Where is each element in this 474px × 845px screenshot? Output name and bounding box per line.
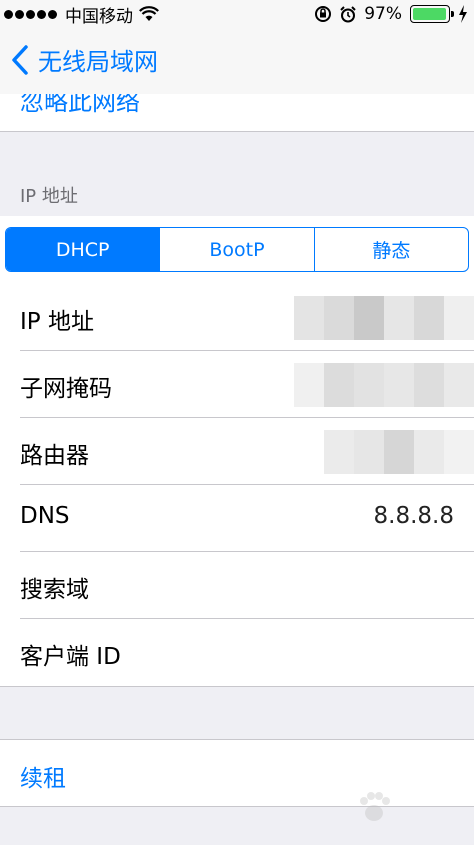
redacted-value (294, 363, 474, 407)
client-id-row[interactable]: 客户端 ID (0, 619, 474, 686)
segment-dhcp[interactable]: DHCP (6, 228, 161, 271)
row-label: 子网掩码 (20, 376, 112, 402)
subnet-mask-row: 子网掩码 (0, 351, 474, 418)
segment-static[interactable]: 静态 (315, 228, 468, 271)
status-right: 97% (314, 3, 468, 25)
dns-row[interactable]: DNS 8.8.8.8 (0, 485, 474, 552)
row-label: IP 地址 (20, 309, 94, 335)
ip-detail-list: IP 地址 子网掩码 路由器 DNS 8.8.8.8 搜索域 客户端 ID (0, 284, 474, 687)
rotation-lock-icon (315, 6, 332, 22)
battery-icon (410, 5, 454, 23)
ip-mode-segmented-control: DHCP BootP 静态 (5, 227, 469, 272)
nav-bar: 无线局域网 (0, 28, 474, 94)
ip-section-header: IP 地址 (20, 186, 78, 207)
wifi-icon (139, 6, 159, 21)
dns-value: 8.8.8.8 (373, 503, 454, 529)
back-label: 无线局域网 (38, 48, 158, 76)
row-label: 客户端 ID (20, 644, 121, 670)
renew-lease-label: 续租 (20, 766, 66, 792)
chevron-left-icon (12, 44, 28, 75)
redacted-value (294, 296, 474, 340)
status-bar: 中国移动 97% (0, 0, 474, 28)
row-label: DNS (20, 503, 70, 529)
row-label: 路由器 (20, 443, 89, 469)
forget-network-label: 忽略此网络 (20, 94, 140, 116)
battery-fill (413, 8, 446, 20)
forget-network-cell[interactable]: 忽略此网络 (0, 94, 474, 132)
row-label: 搜索域 (20, 577, 89, 603)
router-row: 路由器 (0, 418, 474, 485)
back-button[interactable]: 无线局域网 (8, 42, 158, 77)
paw-watermark-icon (360, 792, 390, 821)
signal-dots-icon (4, 9, 57, 19)
battery-percent: 97% (364, 4, 402, 24)
search-domain-row[interactable]: 搜索域 (0, 552, 474, 619)
carrier-label: 中国移动 (65, 6, 133, 27)
status-left: 中国移动 (4, 3, 159, 27)
ip-address-row: IP 地址 (0, 284, 474, 351)
alarm-icon (340, 5, 356, 22)
redacted-value (294, 430, 474, 474)
charging-icon (459, 5, 467, 23)
segment-bootp[interactable]: BootP (160, 228, 315, 271)
ip-mode-cell: DHCP BootP 静态 (0, 216, 474, 284)
